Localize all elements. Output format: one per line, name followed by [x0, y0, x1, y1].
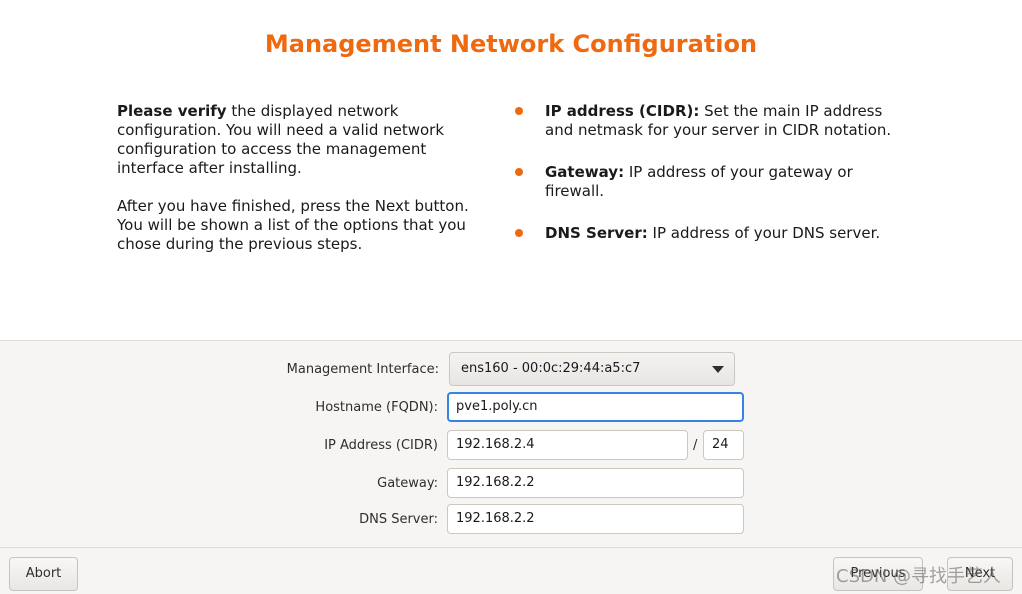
help-desc: IP address of your DNS server.: [647, 224, 881, 242]
help-term: Gateway:: [545, 163, 625, 181]
help-item-gateway: Gateway: IP address of your gateway or f…: [513, 163, 913, 201]
gateway-field[interactable]: 192.168.2.2: [447, 468, 744, 498]
dns-server-field[interactable]: 192.168.2.2: [447, 504, 744, 534]
interface-label: Management Interface:: [286, 362, 439, 377]
help-item-ip: IP address (CIDR): Set the main IP addre…: [513, 102, 913, 140]
help-term: DNS Server:: [545, 224, 648, 242]
bullet-icon: [515, 229, 523, 237]
watermark: CSDN @寻找手艺人: [836, 566, 1002, 587]
page-title: Management Network Configuration: [264, 30, 758, 58]
footer-divider: [0, 547, 1022, 548]
help-item-dns: DNS Server: IP address of your DNS serve…: [513, 224, 913, 243]
ip-address-label: IP Address (CIDR): [324, 438, 438, 453]
info-text: Please verify the displayed network conf…: [117, 102, 497, 273]
info-paragraph-2: After you have finished, press the Next …: [117, 197, 469, 253]
info-bold-lead: Please verify: [117, 102, 227, 120]
help-term: IP address (CIDR):: [545, 102, 700, 120]
ip-address-field[interactable]: 192.168.2.4: [447, 430, 688, 460]
interface-dropdown[interactable]: ens160 - 00:0c:29:44:a5:c7 (vmxnet3): [449, 352, 735, 408]
gateway-label: Gateway:: [377, 476, 438, 491]
chevron-down-icon: [712, 366, 724, 373]
abort-button[interactable]: Abort: [9, 557, 78, 591]
bullet-icon: [515, 168, 523, 176]
dns-server-label: DNS Server:: [359, 512, 438, 527]
help-list: IP address (CIDR): Set the main IP addre…: [513, 102, 913, 266]
cidr-netmask-field[interactable]: 24: [703, 430, 744, 460]
bullet-icon: [515, 107, 523, 115]
info-paragraph-1: Please verify the displayed network conf…: [117, 102, 497, 178]
cidr-separator: /: [693, 438, 698, 453]
hostname-field[interactable]: pve1.poly.cn: [447, 392, 744, 422]
hostname-label: Hostname (FQDN):: [315, 400, 438, 415]
